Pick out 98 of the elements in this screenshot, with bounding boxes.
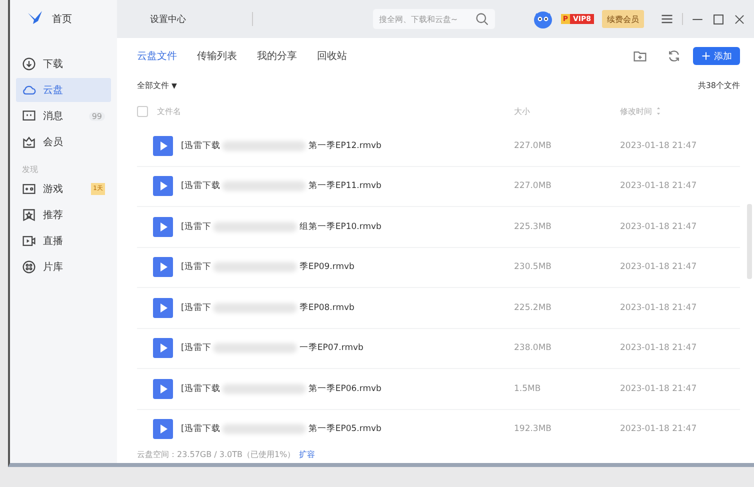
- file-size: 225.2MB: [514, 302, 552, 313]
- file-size: 192.3MB: [514, 424, 552, 434]
- file-size: 227.0MB: [514, 181, 552, 192]
- select-all-checkbox[interactable]: [137, 106, 148, 116]
- file-count: 共38个文件: [698, 80, 740, 90]
- play-icon: [153, 378, 173, 399]
- download-icon: [22, 57, 36, 71]
- file-row[interactable]: [迅雷下载 第一季EP11.rmvb 227.0MB 2023-01-18 21:47: [137, 166, 740, 207]
- file-row[interactable]: [迅雷下 季EP09.rmvb 230.5MB 2023-01-18 21:47: [137, 248, 740, 288]
- file-name: 组第一季EP10.rmvb: [299, 220, 382, 233]
- file-row[interactable]: [迅雷下载 第一季EP12.rmvb 227.0MB 2023-01-18 21:47: [137, 126, 740, 166]
- file-size: 227.0MB: [514, 140, 552, 151]
- modified-time: 2023-01-18 21:47: [620, 262, 698, 272]
- file-size: 238.0MB: [514, 343, 552, 354]
- file-size: 225.3MB: [514, 222, 552, 232]
- tab[interactable]: 云盘文件: [137, 49, 177, 63]
- modified-time: 2023-01-18 21:47: [620, 140, 698, 151]
- nav-label: 云盘: [43, 84, 64, 97]
- column-header: 大小: [514, 106, 531, 116]
- file-name: [迅雷下: [181, 342, 212, 354]
- sidebar-item[interactable]: 下载: [16, 52, 111, 76]
- file-name: 一季EP07.rmvb: [299, 342, 364, 354]
- unread-count: 99: [88, 112, 105, 120]
- file-name: 季EP08.rmvb: [299, 302, 354, 314]
- sort-icon: [655, 106, 662, 116]
- file-name: 第一季EP05.rmvb: [308, 423, 382, 436]
- nav-label: 推荐: [43, 208, 64, 222]
- search-field[interactable]: 搜全网、下载和云盘~: [372, 9, 495, 29]
- add-button[interactable]: 添加: [693, 47, 740, 65]
- file-row[interactable]: [迅雷下载 第一季EP05.rmvb 192.3MB 2023-01-18 21:47: [137, 410, 740, 445]
- file-name: [迅雷下载: [181, 180, 220, 192]
- file-row[interactable]: [迅雷下载 第一季EP06.rmvb 1.5MB 2023-01-18 21:47: [137, 369, 740, 410]
- sidebar-item[interactable]: 直播: [16, 229, 111, 253]
- file-name: 第一季EP12.rmvb: [308, 140, 382, 152]
- column-header: 文件名: [157, 106, 181, 116]
- sidebar-item[interactable]: 推荐: [16, 203, 111, 227]
- file-name: 第一季EP06.rmvb: [308, 382, 382, 395]
- tab[interactable]: 回收站: [317, 49, 347, 63]
- maximize-icon[interactable]: [712, 12, 725, 26]
- close-icon[interactable]: [733, 12, 746, 26]
- file-name: 季EP09.rmvb: [299, 261, 354, 274]
- play-icon: [153, 338, 173, 358]
- search-icon: [474, 12, 489, 26]
- nav-label: 下载: [43, 58, 64, 71]
- nav-label: 会员: [43, 136, 64, 149]
- file-row[interactable]: [迅雷下 一季EP07.rmvb 238.0MB 2023-01-18 21:47: [137, 328, 740, 369]
- nav-label: 直播: [43, 234, 64, 248]
- crown-icon: [22, 135, 36, 149]
- gamepad-icon: [22, 182, 36, 196]
- film-reel-icon: [22, 260, 36, 274]
- modified-time: 2023-01-18 21:47: [620, 424, 698, 434]
- new-folder-icon[interactable]: [633, 49, 647, 63]
- file-name: 第一季EP11.rmvb: [308, 180, 382, 192]
- file-name: [迅雷下: [181, 302, 212, 314]
- modified-time: 2023-01-18 21:47: [620, 302, 698, 313]
- plus-icon: [701, 51, 711, 61]
- tab[interactable]: 传输列表: [197, 49, 237, 63]
- cloud-icon: [22, 83, 36, 97]
- sidebar-item[interactable]: 消息 99: [16, 104, 111, 128]
- star-frame-icon: [22, 208, 36, 222]
- chat-icon: [22, 109, 36, 123]
- sidebar-item[interactable]: 云盘: [16, 78, 111, 102]
- refresh-icon[interactable]: [667, 49, 681, 63]
- window-tab[interactable]: 设置中心: [142, 12, 194, 26]
- modified-time: 2023-01-18 21:47: [620, 181, 698, 192]
- play-icon: [153, 216, 173, 237]
- nav-label: 消息: [43, 110, 64, 123]
- modified-time: 2023-01-18 21:47: [620, 343, 698, 354]
- section-heading: 发现: [22, 164, 39, 175]
- play-icon: [153, 298, 173, 318]
- menu-icon[interactable]: [660, 12, 674, 26]
- file-name: [迅雷下: [181, 220, 212, 233]
- file-size: 1.5MB: [514, 384, 542, 394]
- nav-label: 游戏: [43, 182, 64, 196]
- file-name: [迅雷下载: [181, 423, 220, 436]
- nav-label: 片库: [43, 260, 64, 274]
- modified-time: 2023-01-18 21:47: [620, 384, 698, 394]
- play-icon: [153, 257, 173, 278]
- file-row[interactable]: [迅雷下 季EP08.rmvb 225.2MB 2023-01-18 21:47: [137, 288, 740, 328]
- expand-link[interactable]: 扩容: [299, 448, 316, 460]
- sidebar-item[interactable]: 片库: [16, 255, 111, 279]
- home-link[interactable]: 首页: [16, 0, 111, 38]
- file-name: [迅雷下载: [181, 140, 220, 152]
- storage-usage: 云盘空间：23.57GB / 3.0TB（已使用1%）: [137, 448, 296, 460]
- renew-button[interactable]: 续费会员: [602, 10, 644, 28]
- play-icon: [153, 136, 173, 156]
- avatar-icon[interactable]: [532, 9, 553, 29]
- tab[interactable]: 我的分享: [257, 49, 297, 63]
- file-name: [迅雷下: [181, 261, 212, 274]
- file-name: [迅雷下载: [181, 382, 220, 395]
- video-icon: [22, 234, 36, 248]
- play-icon: [153, 419, 173, 440]
- scrollbar[interactable]: [747, 204, 752, 279]
- modified-time: 2023-01-18 21:47: [620, 222, 698, 232]
- play-icon: [153, 176, 173, 196]
- file-size: 230.5MB: [514, 262, 552, 272]
- sidebar-item[interactable]: 会员: [16, 130, 111, 154]
- file-row[interactable]: [迅雷下 组第一季EP10.rmvb 225.3MB 2023-01-18 21:47: [137, 207, 740, 248]
